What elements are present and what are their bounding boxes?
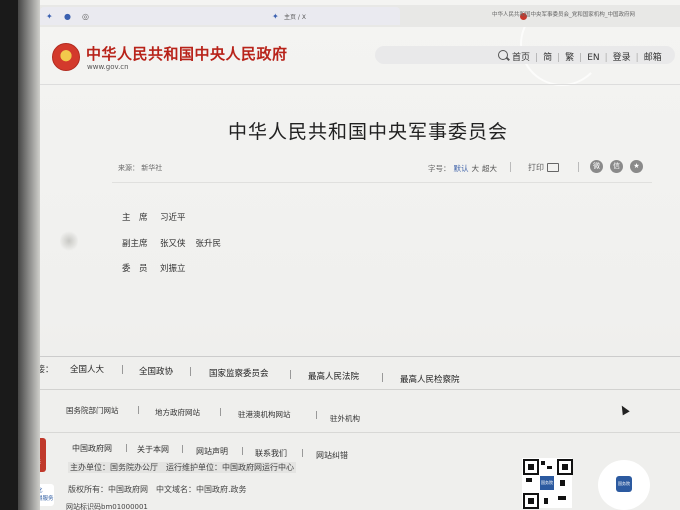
printer-icon <box>547 163 559 172</box>
nav-divider: | <box>635 53 639 63</box>
article-meta-bar: 来源： 新华社 字号： 默认大超大 打印 微 信 ★ <box>112 160 652 178</box>
nav-login[interactable]: 登录 <box>613 53 631 63</box>
font-size-label: 字号： <box>428 164 451 173</box>
link-divider <box>138 406 139 414</box>
link-divider <box>182 445 183 453</box>
browser-tab-left[interactable] <box>40 7 400 25</box>
member-name: 张升民 <box>195 239 222 249</box>
qr-center-logo: 国务院 <box>540 476 554 490</box>
qr-module <box>526 478 532 482</box>
twitter-icon: ✦ <box>272 12 279 21</box>
qr-code-miniprogram: 国务院 <box>598 460 650 510</box>
footer-sponsor: 主办单位：国务院办公厅 运行维护单位：中国政府网运行中心 <box>68 462 296 473</box>
national-emblem-icon[interactable] <box>52 43 80 71</box>
link-divider <box>290 370 291 379</box>
device-edge <box>0 0 18 510</box>
link-court[interactable]: 最高人民法院 <box>308 370 359 382</box>
link-procuratorate[interactable]: 最高人民检察院 <box>400 373 460 385</box>
member-role: 副主席 <box>122 239 148 249</box>
article-source: 来源： 新华社 <box>118 164 163 172</box>
link-divider <box>126 444 127 452</box>
member-role: 主 席 <box>122 213 148 223</box>
link-divider <box>242 447 243 455</box>
footlink-about[interactable]: 关于本网 <box>137 444 169 455</box>
qr-module <box>541 461 545 465</box>
nav-traditional[interactable]: 繁 <box>565 53 574 63</box>
footlink-govcn[interactable]: 中国政府网 <box>72 443 112 454</box>
facebook-icon[interactable]: ● <box>64 12 71 21</box>
footer-filing: 网站标识码bm01000001 <box>66 503 148 510</box>
link-cppcc[interactable]: 全国政协 <box>139 365 173 377</box>
member-row-vice-chairman: 副主席 张又侠 张升民 <box>122 237 221 249</box>
qr-center-logo: 国务院 <box>616 476 632 492</box>
nav-divider: | <box>535 53 539 63</box>
nav-divider: | <box>579 53 583 63</box>
qr-module <box>547 466 552 469</box>
page-title: 中华人民共和国中央军事委员会 <box>228 121 509 143</box>
nav-simplified[interactable]: 简 <box>543 53 552 63</box>
member-name: 习近平 <box>160 213 186 223</box>
header-divider <box>40 84 680 85</box>
qr-module <box>544 498 548 504</box>
link-divider <box>302 449 303 457</box>
twitter-icon[interactable]: ✦ <box>46 12 53 21</box>
nav-divider: | <box>557 53 561 63</box>
footlink-correction[interactable]: 网站纠错 <box>316 450 348 461</box>
sublink-overseas[interactable]: 驻外机构 <box>330 413 360 424</box>
print-label: 打印 <box>528 163 544 172</box>
link-ncs[interactable]: 国家监察委员会 <box>209 367 269 379</box>
qr-module <box>560 480 565 486</box>
nav-divider: | <box>604 53 608 63</box>
member-row-member: 委 员 刘振立 <box>122 262 186 274</box>
font-size-default[interactable]: 默认 <box>454 164 469 173</box>
qr-code-app: 国务院 <box>522 458 573 509</box>
member-role: 委 员 <box>122 264 148 274</box>
footer-divider <box>10 356 680 357</box>
nav-english[interactable]: EN <box>587 53 599 63</box>
nav-mail[interactable]: 邮箱 <box>644 53 662 63</box>
site-header: 中华人民共和国中央人民政府 www.gov.cn 首页 | 简 | 繁 | EN | 登录 | 邮箱 <box>40 30 680 82</box>
qr-module <box>558 496 566 500</box>
qzone-icon[interactable]: ★ <box>630 160 643 173</box>
site-url: www.gov.cn <box>87 63 129 71</box>
sublink-hk-macau[interactable]: 驻港澳机构网站 <box>238 409 291 420</box>
link-divider <box>316 411 317 419</box>
member-name: 张又侠 <box>160 239 186 249</box>
footlink-statement[interactable]: 网站声明 <box>196 446 228 457</box>
share-icon[interactable]: ◎ <box>82 12 89 21</box>
member-row-chairman: 主 席 习近平 <box>122 211 186 223</box>
qr-finder <box>557 459 573 475</box>
active-tab-title[interactable]: 中华人民共和国中央军事委员会_党和国家机构_中国政府网 <box>492 10 635 18</box>
screen-smudge <box>60 230 78 252</box>
meta-divider <box>578 162 579 172</box>
link-divider <box>220 408 221 416</box>
nav-home[interactable]: 首页 <box>512 53 530 63</box>
link-npc[interactable]: 全国人大 <box>70 363 104 375</box>
meta-divider <box>510 162 511 172</box>
tab-title[interactable]: 主页 / X <box>284 12 306 21</box>
font-size-xlarge[interactable]: 超大 <box>482 164 497 173</box>
font-size-large[interactable]: 大 <box>472 164 480 173</box>
link-divider <box>190 367 191 376</box>
qr-finder <box>523 493 539 509</box>
meta-divider-line <box>112 182 652 183</box>
screen: ✦ ● ◎ ✦ 主页 / X 中华人民共和国中央军事委员会_党和国家机构_中国政… <box>0 0 680 510</box>
search-icon[interactable] <box>498 50 508 60</box>
wechat-icon[interactable]: 信 <box>610 160 623 173</box>
font-size-selector: 字号： 默认大超大 <box>428 163 497 174</box>
sublink-local-gov[interactable]: 地方政府网站 <box>155 407 200 418</box>
footer-bottom-divider <box>14 432 680 433</box>
header-nav: 首页 | 简 | 繁 | EN | 登录 | 邮箱 <box>512 50 662 63</box>
sublink-departments[interactable]: 国务院部门网站 <box>66 405 119 416</box>
print-button[interactable]: 打印 <box>528 162 559 173</box>
footlink-contact[interactable]: 联系我们 <box>255 448 287 459</box>
site-title[interactable]: 中华人民共和国中央人民政府 <box>86 43 288 64</box>
qr-finder <box>523 459 539 475</box>
weibo-icon[interactable]: 微 <box>590 160 603 173</box>
links-divider <box>14 389 680 390</box>
member-name: 刘振立 <box>160 264 186 274</box>
footer-copyright: 版权所有：中国政府网 中文域名：中国政府.政务 <box>68 485 247 494</box>
link-divider <box>122 365 123 374</box>
link-divider <box>382 373 383 382</box>
